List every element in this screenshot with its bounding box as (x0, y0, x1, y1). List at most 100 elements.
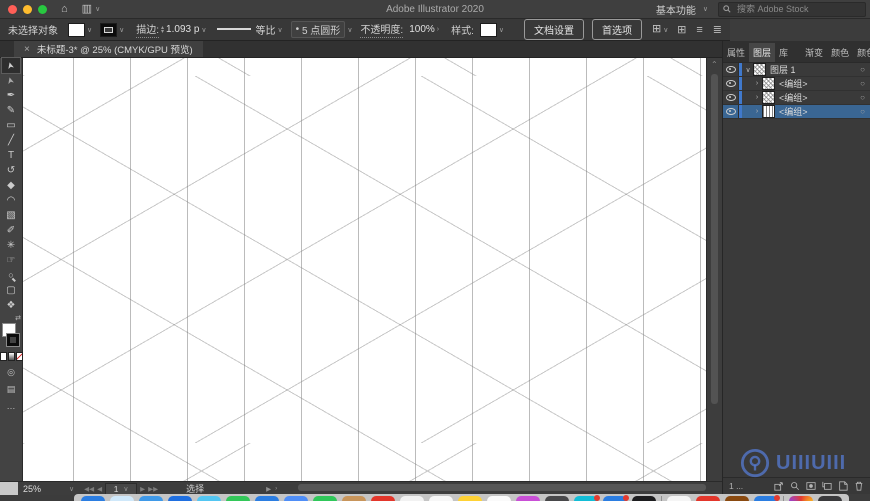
close-window-button[interactable] (8, 4, 17, 14)
opacity-more-icon[interactable]: › (437, 26, 439, 33)
rotate-tool[interactable]: ↺ (2, 163, 20, 178)
dock-app-9[interactable] (313, 496, 337, 501)
panel-tab-properties[interactable]: 属性 (723, 43, 749, 62)
chevron-down-icon[interactable]: ∨ (663, 26, 668, 34)
pen-tool[interactable]: ✒ (2, 88, 20, 103)
layer-name[interactable]: 图层 1 (770, 63, 860, 76)
next-artboard-icon[interactable]: ▶ (140, 485, 145, 493)
zoom-dropdown-icon[interactable]: ∨ (69, 485, 74, 493)
stock-search-field[interactable] (718, 1, 866, 17)
document-tab[interactable]: × 未标题-3* @ 25% (CMYK/GPU 预览) (14, 41, 203, 57)
panel-tab-libraries[interactable]: 库 (775, 43, 792, 62)
brush-definition-dropdown[interactable]: • 5 点圆形 (290, 21, 346, 38)
stroke-weight-label[interactable]: 描边: (136, 21, 160, 38)
dock-app-8[interactable] (284, 496, 308, 501)
new-sublayer-icon[interactable] (822, 481, 832, 491)
dock-app-1[interactable] (81, 496, 105, 501)
panel-tab-color[interactable]: 颜色 (827, 43, 853, 62)
dock-app-27[interactable] (789, 496, 813, 501)
layer-name[interactable]: <编组> (779, 77, 860, 90)
vertical-scrollbar[interactable]: ⌃ (706, 58, 723, 481)
dock-app-11[interactable] (371, 496, 395, 501)
dock-app-20[interactable] (632, 496, 656, 501)
locate-object-icon[interactable] (790, 481, 800, 491)
layer-thumbnail[interactable] (762, 91, 775, 104)
dock-app-16[interactable] (516, 496, 540, 501)
make-clipping-mask-icon[interactable] (806, 481, 816, 491)
panel-tab-gradient[interactable]: 渐变 (801, 43, 827, 62)
line-segment-tool[interactable]: ╱ (2, 133, 20, 148)
horizontal-scroll-thumb[interactable] (298, 484, 706, 491)
eraser-tool[interactable]: ◆ (2, 178, 20, 193)
artboard-number-field[interactable]: 1 ∨ (105, 482, 138, 495)
zoom-window-button[interactable] (38, 4, 47, 14)
curvature-tool[interactable]: ✎ (2, 103, 20, 118)
layer-row[interactable]: › <编组> ○ (723, 105, 870, 119)
layer-row[interactable]: ∨ 图层 1 ○ (723, 63, 870, 77)
chevron-down-icon[interactable]: ∨ (499, 26, 504, 34)
home-icon[interactable]: ⌂ (61, 3, 68, 15)
artboard-dropdown-icon[interactable]: ∨ (123, 485, 128, 493)
selection-tool[interactable]: ➤ (1, 57, 21, 74)
scroll-left-icon[interactable]: › (275, 485, 277, 493)
close-document-icon[interactable]: × (24, 44, 30, 55)
layout-switcher-icon[interactable]: ▥ (82, 3, 92, 15)
target-circle-icon[interactable]: ○ (860, 107, 865, 116)
eyedropper-tool[interactable]: ✐ (2, 223, 20, 238)
document-layout-icon[interactable]: ≡ (696, 24, 702, 36)
dock-app-5[interactable] (197, 496, 221, 501)
layer-thumbnail[interactable] (753, 63, 766, 76)
chevron-down-icon[interactable]: ∨ (201, 26, 206, 34)
layer-thumbnail[interactable] (762, 77, 775, 90)
visibility-toggle[interactable] (723, 77, 739, 90)
dock-app-6[interactable] (226, 496, 250, 501)
gradient-button[interactable] (7, 352, 15, 361)
preferences-button[interactable]: 首选项 (592, 19, 643, 40)
chevron-down-icon[interactable]: ∨ (119, 26, 124, 34)
gradient-tool[interactable]: ▧ (2, 208, 20, 223)
drawing-mode-icon[interactable]: ◎ (7, 367, 15, 378)
stroke-color-swatch[interactable] (6, 333, 20, 347)
scroll-right-icon[interactable]: ▶ (266, 485, 271, 493)
rectangle-tool[interactable]: ▭ (2, 118, 20, 133)
new-layer-icon[interactable] (838, 481, 848, 491)
collect-for-export-icon[interactable] (774, 481, 784, 491)
scroll-up-icon[interactable]: ⌃ (711, 60, 718, 69)
opacity-value[interactable]: 100% (409, 24, 435, 35)
align-options-icon[interactable]: ⊞ (652, 24, 661, 35)
fill-stroke-controls[interactable]: ⇄ (1, 315, 21, 347)
dock-app-23[interactable] (696, 496, 720, 501)
color-button[interactable] (0, 352, 7, 361)
hand-tool[interactable]: ☞ (2, 253, 20, 268)
target-circle-icon[interactable]: ○ (860, 65, 865, 74)
stroke-weight-stepper[interactable]: ▴ ▾ (161, 25, 164, 35)
expand-icon[interactable]: › (752, 108, 762, 115)
dock-app-17[interactable] (545, 496, 569, 501)
layer-name[interactable]: <编组> (779, 105, 860, 118)
dock-app-13[interactable] (429, 496, 453, 501)
minimize-window-button[interactable] (23, 4, 32, 14)
visibility-toggle[interactable] (723, 105, 739, 118)
width-tool[interactable]: ◠ (2, 193, 20, 208)
fill-color-dropdown[interactable] (68, 22, 85, 37)
collapse-icon[interactable]: ∨ (743, 66, 753, 74)
dock-app-15[interactable] (487, 496, 511, 501)
panel-tab-color-guide[interactable]: 颜色参 (853, 43, 870, 62)
zoom-tool[interactable]: ○ (2, 268, 20, 283)
stepper-down-icon[interactable]: ▾ (161, 29, 164, 35)
dock-app-14[interactable] (458, 496, 482, 501)
chevron-down-icon[interactable]: ∨ (278, 26, 283, 34)
workspace-switcher[interactable]: 基本功能 ∨ (656, 2, 708, 17)
panel-tab-layers[interactable]: 图层 (749, 43, 776, 62)
dock-app-19[interactable] (603, 495, 629, 501)
search-input[interactable] (735, 3, 861, 15)
target-circle-icon[interactable]: ○ (860, 93, 865, 102)
panel-list-icon[interactable]: ≣ (713, 23, 722, 36)
dock-app-24[interactable] (725, 496, 749, 501)
dock-app-22[interactable] (667, 496, 691, 501)
opacity-label[interactable]: 不透明度: (360, 21, 404, 38)
visibility-toggle[interactable] (723, 91, 739, 104)
type-tool[interactable]: T (2, 148, 20, 163)
free-transform-tool[interactable]: ❖ (2, 298, 20, 313)
last-artboard-icon[interactable]: ▶▶ (148, 485, 158, 493)
